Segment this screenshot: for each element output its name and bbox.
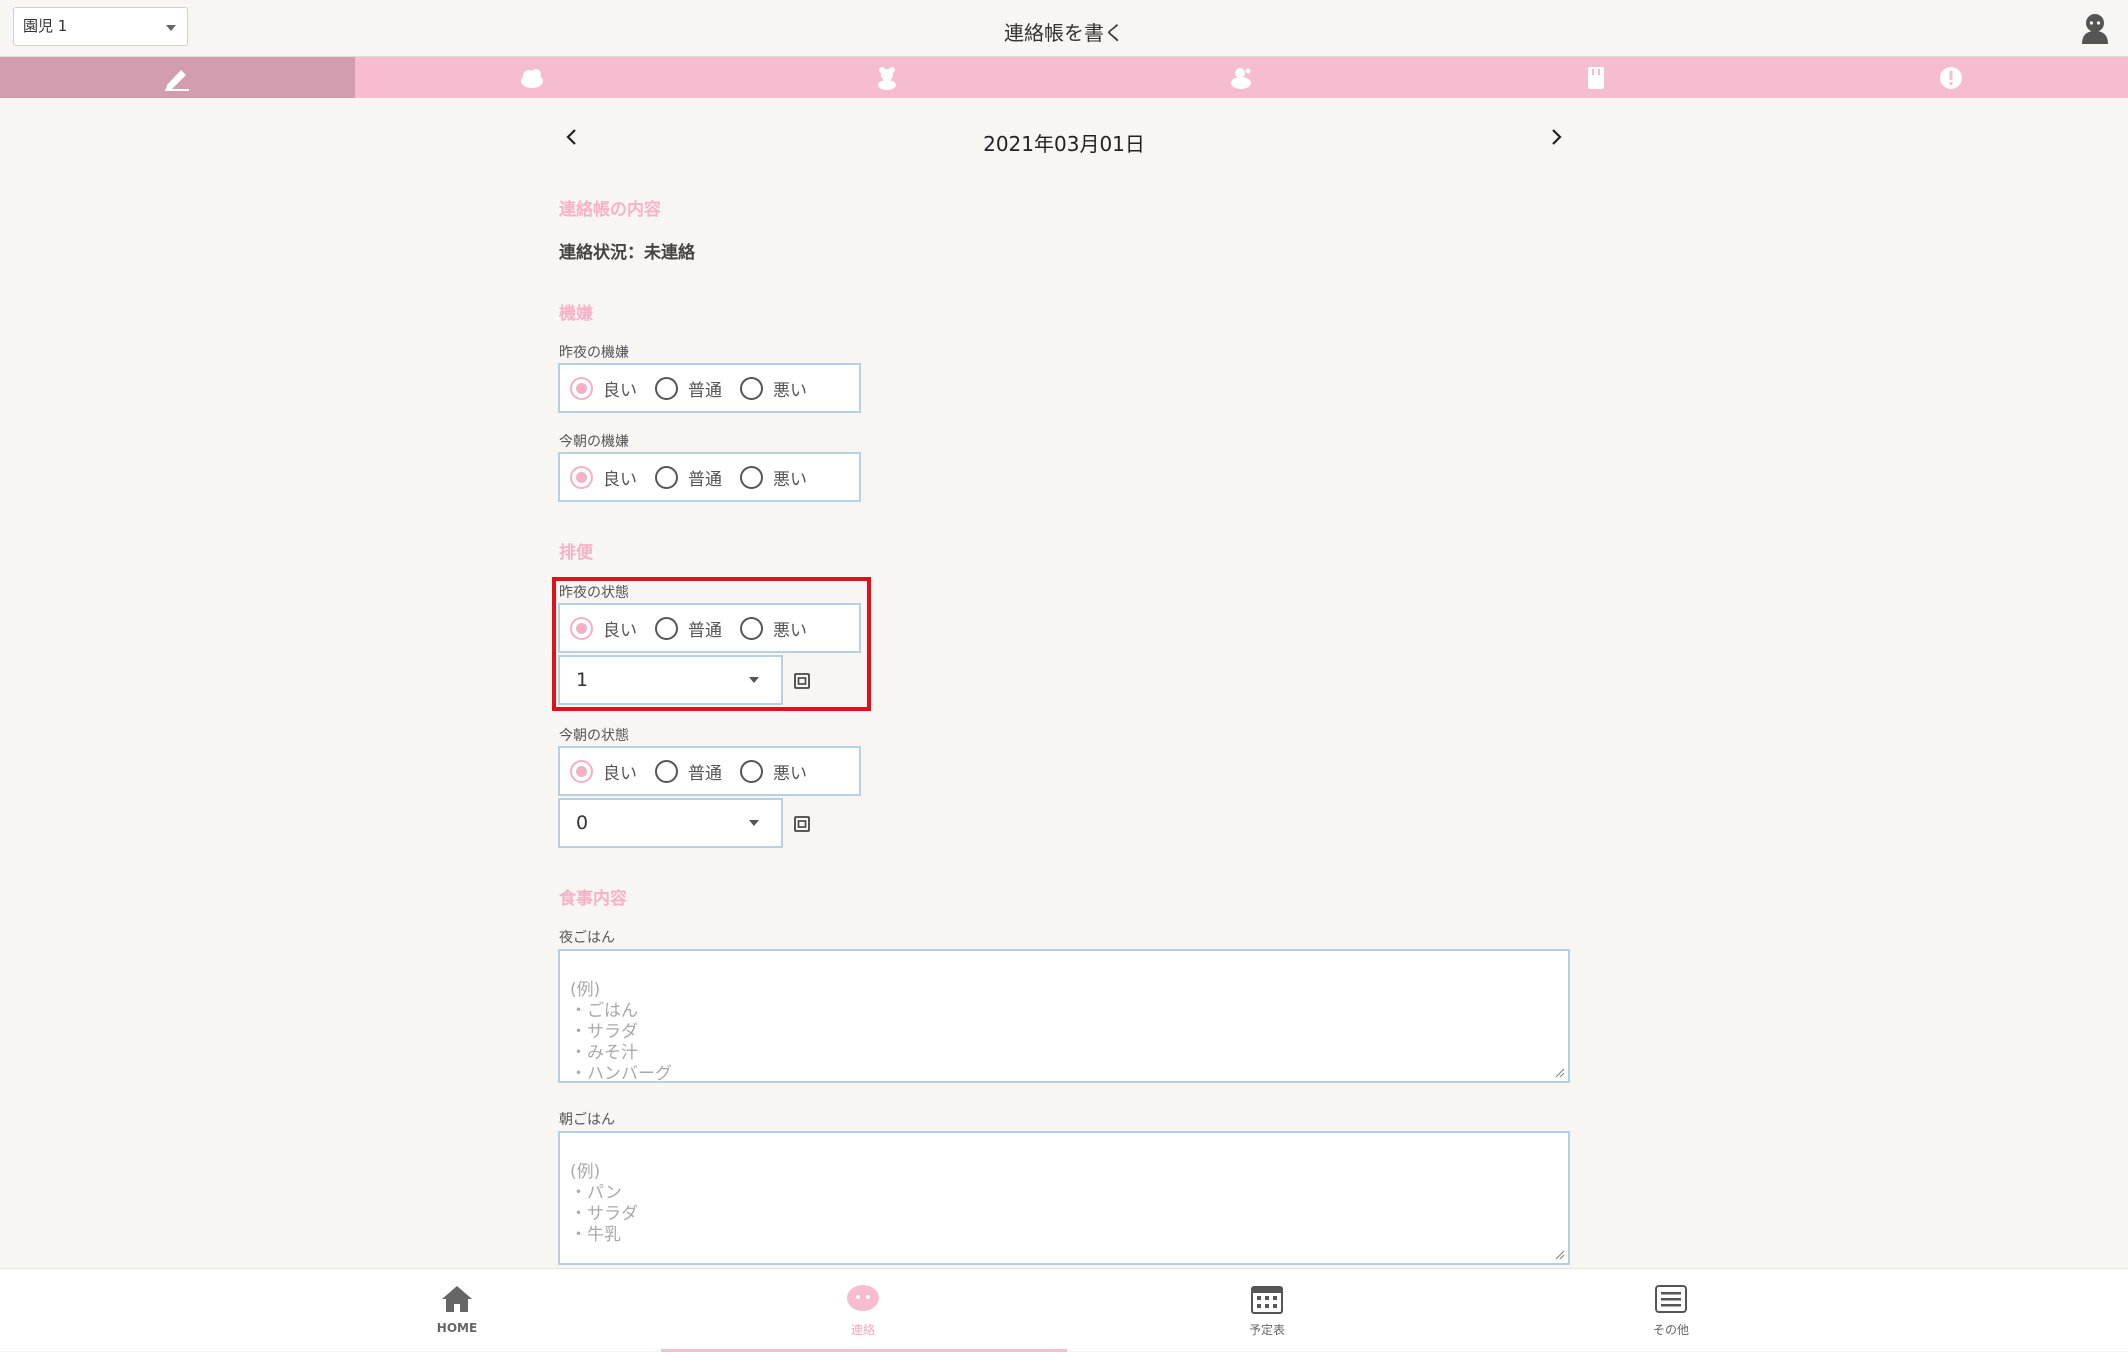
avatar-icon[interactable] (2080, 13, 2110, 44)
radio-label-bad: 悪い (773, 620, 807, 641)
current-date: 2021年03月01日 (983, 132, 1145, 156)
section-title-content: 連絡帳の内容 (559, 200, 661, 220)
breakfast-textarea[interactable]: (例) ・パン ・サラダ ・牛乳 (558, 1131, 1570, 1265)
radio-label-bad: 悪い (773, 763, 807, 784)
count-select-value: 0 (576, 812, 589, 834)
count-select-value: 1 (576, 669, 589, 691)
radio-option-bad[interactable]: 悪い (740, 376, 807, 401)
radio-label-normal: 普通 (688, 620, 722, 641)
radio-label-bad: 悪い (773, 469, 807, 490)
radio-label-good: 良い (603, 763, 637, 784)
tab-animal[interactable] (1064, 57, 1419, 98)
radio-label-good: 良い (603, 620, 637, 641)
radio-option-good[interactable]: 良い (570, 759, 637, 784)
alert-icon (1939, 66, 1962, 89)
bowel-this-morning-count-select[interactable]: 0 (558, 798, 783, 848)
radio-checked-icon (570, 465, 593, 489)
radio-option-normal[interactable]: 普通 (655, 376, 722, 401)
mood-last-night-radio-group: 良い 普通 悪い (558, 363, 861, 413)
radio-option-bad[interactable]: 悪い (740, 465, 807, 490)
animal-icon (1231, 67, 1252, 89)
section-title-mood: 機嫌 (559, 304, 593, 324)
breakfast-placeholder: (例) ・パン ・サラダ ・牛乳 (570, 1162, 638, 1245)
radio-unchecked-icon (655, 465, 678, 489)
bear-icon (877, 66, 896, 90)
radio-label-normal: 普通 (688, 380, 722, 401)
dinner-label: 夜ごはん (559, 930, 615, 946)
radio-option-normal[interactable]: 普通 (655, 465, 722, 490)
radio-option-good[interactable]: 良い (570, 376, 637, 401)
radio-option-bad[interactable]: 悪い (740, 759, 807, 784)
notebook-icon (1588, 66, 1605, 89)
nav-other-label: その他 (1652, 1323, 1689, 1337)
chevron-down-icon (749, 677, 759, 683)
tab-bear[interactable] (709, 57, 1064, 98)
radio-label-bad: 悪い (773, 380, 807, 401)
tab-write[interactable] (0, 57, 355, 98)
nav-other[interactable]: その他 (1469, 1269, 1873, 1352)
radio-option-bad[interactable]: 悪い (740, 616, 807, 641)
bowel-last-night-radio-group: 良い 普通 悪い (558, 603, 861, 653)
radio-checked-icon (570, 376, 593, 400)
menu-list-icon (1655, 1285, 1687, 1313)
memo-icon[interactable] (792, 814, 812, 834)
radio-label-good: 良い (603, 380, 637, 401)
section-title-meal: 食事内容 (559, 889, 627, 909)
radio-option-normal[interactable]: 普通 (655, 616, 722, 641)
nav-schedule[interactable]: 予定表 (1065, 1269, 1469, 1352)
mood-this-morning-label: 今朝の機嫌 (559, 434, 629, 450)
nav-home[interactable]: HOME (255, 1269, 659, 1352)
home-icon (442, 1286, 472, 1312)
contact-status: 連絡状況：未連絡 (559, 243, 695, 263)
radio-unchecked-icon (655, 616, 678, 640)
radio-checked-icon (570, 759, 593, 783)
radio-unchecked-icon (655, 759, 678, 783)
radio-option-normal[interactable]: 普通 (655, 759, 722, 784)
top-bar: 園児 1 連絡帳を書く (0, 0, 2128, 57)
cloud-icon (521, 68, 543, 88)
calendar-icon (1251, 1286, 1283, 1314)
mood-last-night-label: 昨夜の機嫌 (559, 345, 629, 361)
bowel-this-morning-label: 今朝の状態 (559, 728, 629, 744)
radio-label-good: 良い (603, 469, 637, 490)
nav-schedule-label: 予定表 (1248, 1323, 1285, 1337)
mood-this-morning-radio-group: 良い 普通 悪い (558, 452, 861, 502)
resize-handle-icon[interactable] (1553, 1248, 1565, 1260)
pencil-icon (165, 69, 190, 91)
category-tab-bar (0, 57, 2128, 98)
radio-option-good[interactable]: 良い (570, 465, 637, 490)
nav-contact-label: 連絡 (850, 1323, 875, 1337)
radio-checked-icon (570, 616, 593, 640)
memo-icon[interactable] (792, 671, 812, 691)
resize-handle-icon[interactable] (1553, 1066, 1565, 1078)
radio-unchecked-icon (740, 376, 763, 400)
chat-bubble-icon (847, 1285, 879, 1311)
nav-contact[interactable]: 連絡 (661, 1269, 1065, 1352)
section-title-bowel: 排便 (559, 543, 593, 563)
bowel-this-morning-radio-group: 良い 普通 悪い (558, 746, 861, 796)
breakfast-label: 朝ごはん (559, 1112, 615, 1128)
radio-unchecked-icon (740, 759, 763, 783)
tab-notebook[interactable] (1419, 57, 1774, 98)
radio-option-good[interactable]: 良い (570, 616, 637, 641)
tab-alert[interactable] (1773, 57, 2128, 98)
dinner-textarea[interactable]: (例) ・ごはん ・サラダ ・みそ汁 ・ハンバーグ (558, 949, 1570, 1084)
radio-label-normal: 普通 (688, 763, 722, 784)
bottom-nav: HOME 連絡 予定表 その他 (0, 1268, 2128, 1352)
page-title: 連絡帳を書く (1004, 21, 1124, 45)
radio-label-normal: 普通 (688, 469, 722, 490)
bowel-last-night-label: 昨夜の状態 (559, 585, 629, 601)
radio-unchecked-icon (655, 376, 678, 400)
chevron-right-icon[interactable] (1543, 122, 1569, 152)
nav-home-label: HOME (436, 1321, 478, 1335)
bowel-last-night-count-select[interactable]: 1 (558, 655, 783, 705)
tab-weather[interactable] (355, 57, 710, 98)
dinner-placeholder: (例) ・ごはん ・サラダ ・みそ汁 ・ハンバーグ (570, 980, 672, 1084)
radio-unchecked-icon (740, 616, 763, 640)
date-navigator: 2021年03月01日 (558, 122, 1570, 162)
chevron-down-icon (749, 820, 759, 826)
radio-unchecked-icon (740, 465, 763, 489)
